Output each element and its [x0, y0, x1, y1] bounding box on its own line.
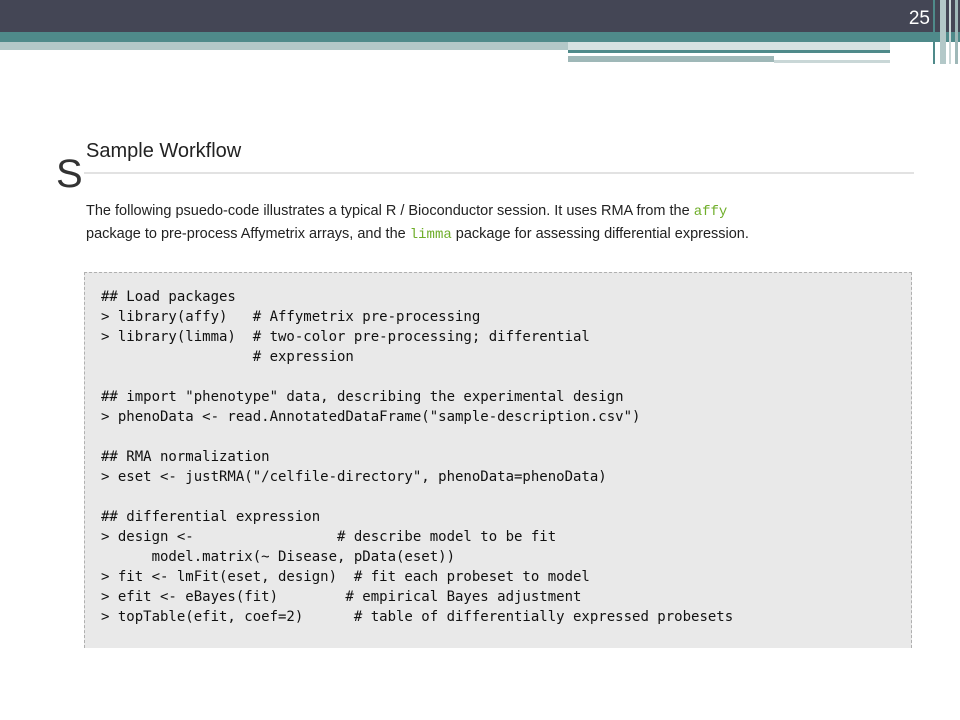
- code-line: > library(affy) # Affymetrix pre-process…: [101, 309, 481, 325]
- package-name-affy: affy: [693, 204, 728, 220]
- intro-text: The following psuedo-code illustrates a …: [86, 203, 694, 219]
- panel-heading: Sample Workflow: [86, 140, 242, 162]
- header-accent-band-light: [0, 42, 568, 50]
- intro-paragraph: The following psuedo-code illustrates a …: [86, 200, 914, 246]
- slide-title-fragment: S: [56, 152, 83, 196]
- code-block: ## Load packages > library(affy) # Affym…: [84, 272, 912, 648]
- header-accent-band: [0, 32, 960, 42]
- header-vertical-stripe: [949, 0, 951, 64]
- heading-divider: [84, 172, 914, 174]
- code-line: > efit <- eBayes(fit) # empirical Bayes …: [101, 589, 582, 605]
- intro-text: package to pre-process Affymetrix arrays…: [86, 226, 410, 242]
- code-line: ## import "phenotype" data, describing t…: [101, 389, 624, 405]
- code-line: > topTable(efit, coef=2) # table of diff…: [101, 609, 734, 625]
- intro-text: package for assessing differential expre…: [451, 226, 749, 242]
- code-line: > library(limma) # two-color pre-process…: [101, 329, 590, 345]
- header-accent-line: [568, 42, 890, 50]
- sample-workflow-screenshot: Sample Workflow The following psuedo-cod…: [84, 132, 916, 648]
- header-vertical-stripe: [940, 0, 946, 64]
- code-line: model.matrix(~ Disease, pData(eset)): [101, 549, 456, 565]
- code-line: ## differential expression: [101, 509, 321, 525]
- header-accent-line: [568, 56, 774, 62]
- header-vertical-stripe: [955, 0, 958, 64]
- code-line: # expression: [101, 349, 354, 365]
- code-line: > eset <- justRMA("/celfile-directory", …: [101, 469, 607, 485]
- header-vertical-stripe: [933, 0, 935, 64]
- header-accent-line: [568, 50, 890, 53]
- code-line: > fit <- lmFit(eset, design) # fit each …: [101, 569, 590, 585]
- header-accent-line: [774, 60, 890, 63]
- code-line: ## Load packages: [101, 289, 236, 305]
- header-bar: [0, 0, 960, 32]
- slide-number: 25: [908, 8, 930, 29]
- code-line: > design <- # describe model to be fit: [101, 529, 557, 545]
- package-name-limma: limma: [409, 227, 452, 243]
- code-line: > phenoData <- read.AnnotatedDataFrame("…: [101, 409, 641, 425]
- code-line: ## RMA normalization: [101, 449, 270, 465]
